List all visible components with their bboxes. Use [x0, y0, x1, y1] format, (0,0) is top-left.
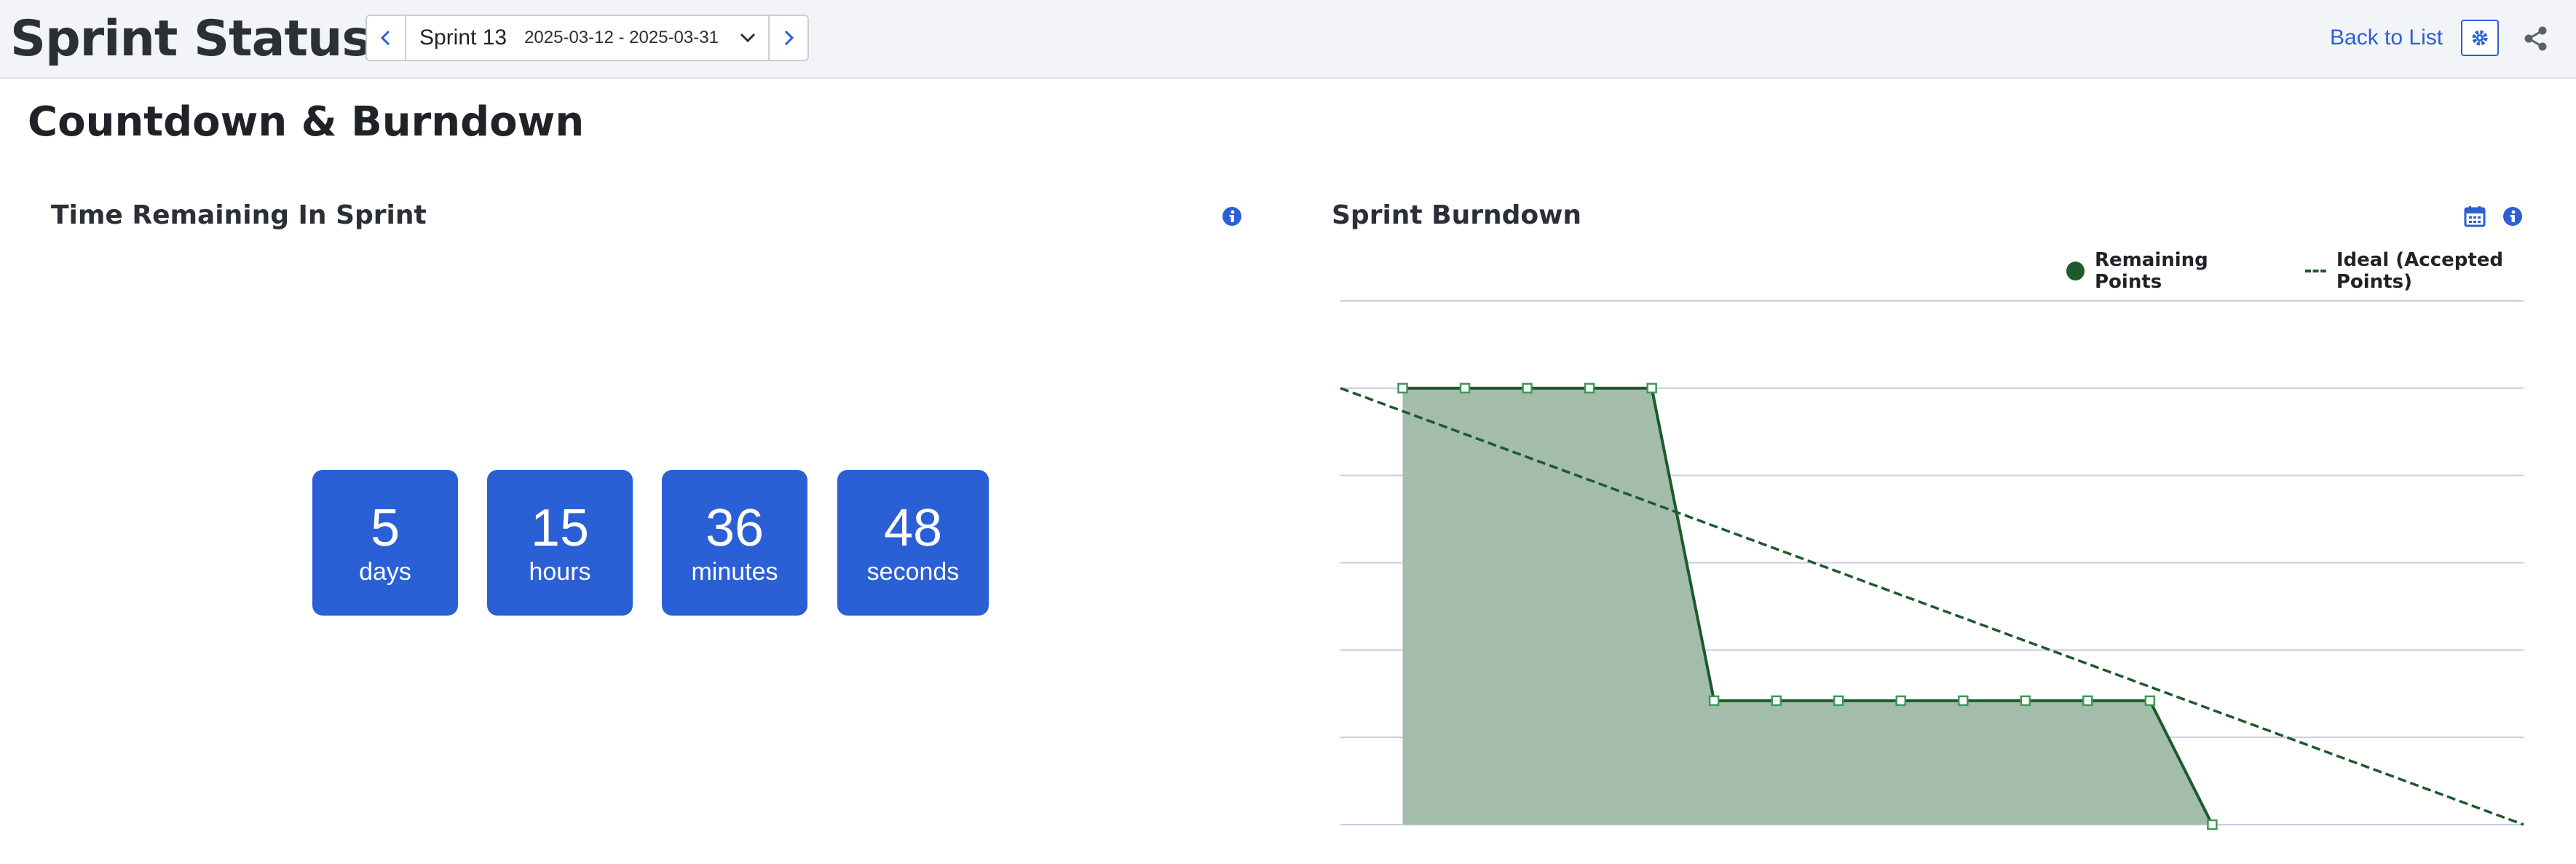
burndown-title: Sprint Burndown	[1332, 200, 1582, 230]
chevron-right-icon	[784, 30, 794, 46]
data-point	[1833, 695, 1844, 707]
countdown-minutes-unit: minutes	[691, 558, 778, 586]
previous-sprint-button[interactable]	[367, 16, 406, 60]
countdown-minutes: 36 minutes	[662, 470, 807, 616]
legend-ideal-swatch	[2305, 270, 2326, 272]
countdown-hours-value: 15	[530, 499, 590, 557]
share-icon	[2524, 26, 2547, 51]
legend-remaining[interactable]: Remaining Points	[2066, 249, 2275, 293]
data-point	[1771, 695, 1782, 707]
legend-ideal[interactable]: Ideal (Accepted Points)	[2305, 249, 2576, 293]
countdown-days: 5 days	[312, 470, 458, 616]
data-point	[2020, 695, 2031, 707]
data-point	[1522, 382, 1533, 394]
sprint-navigator: Sprint 13 2025-03-12 - 2025-03-31	[366, 15, 809, 61]
data-point	[2144, 695, 2156, 707]
top-bar: Sprint Status Sprint 13 2025-03-12 - 202…	[0, 0, 2576, 79]
legend-remaining-swatch	[2066, 262, 2085, 280]
section-title: Countdown & Burndown	[28, 98, 585, 146]
settings-button[interactable]	[2461, 20, 2499, 56]
data-point	[1459, 382, 1471, 394]
data-point	[1708, 695, 1720, 707]
burndown-chart	[1340, 300, 2524, 830]
countdown-seconds-value: 48	[883, 499, 943, 557]
next-sprint-button[interactable]	[767, 16, 807, 60]
sprint-select[interactable]: Sprint 13 2025-03-12 - 2025-03-31	[406, 16, 768, 60]
data-point	[1646, 382, 1657, 394]
data-point	[1958, 695, 1969, 707]
sprint-name: Sprint 13	[419, 25, 507, 50]
countdown-hours-unit: hours	[529, 558, 591, 586]
chevron-down-icon	[740, 33, 755, 43]
legend-ideal-label: Ideal (Accepted Points)	[2336, 249, 2504, 293]
countdown-seconds: 48 seconds	[837, 470, 989, 616]
countdown-days-value: 5	[370, 499, 400, 557]
legend-remaining-label: Remaining Points	[2094, 249, 2208, 293]
data-point	[1397, 382, 1408, 394]
chart-legend: Remaining Points Ideal (Accepted Points)	[2066, 249, 2576, 293]
share-button[interactable]	[2519, 22, 2553, 55]
page-title: Sprint Status	[10, 10, 371, 68]
countdown-hours: 15 hours	[487, 470, 633, 616]
chevron-left-icon	[380, 30, 390, 46]
burndown-info-icon[interactable]	[2502, 206, 2523, 227]
remaining-points-area	[1402, 388, 2213, 825]
sprint-dates: 2025-03-12 - 2025-03-31	[524, 28, 719, 47]
countdown-minutes-value: 36	[705, 499, 764, 557]
data-point	[1895, 695, 1906, 707]
data-point	[1584, 382, 1595, 394]
countdown-title: Time Remaining In Sprint	[51, 200, 427, 230]
info-icon[interactable]	[1222, 206, 1242, 227]
data-point	[2082, 695, 2093, 707]
data-point	[2207, 819, 2218, 830]
back-to-list-link[interactable]: Back to List	[2330, 23, 2443, 52]
gear-icon	[2472, 30, 2488, 46]
countdown-days-unit: days	[359, 558, 411, 586]
countdown-seconds-unit: seconds	[866, 558, 960, 586]
calendar-icon[interactable]	[2464, 205, 2486, 227]
